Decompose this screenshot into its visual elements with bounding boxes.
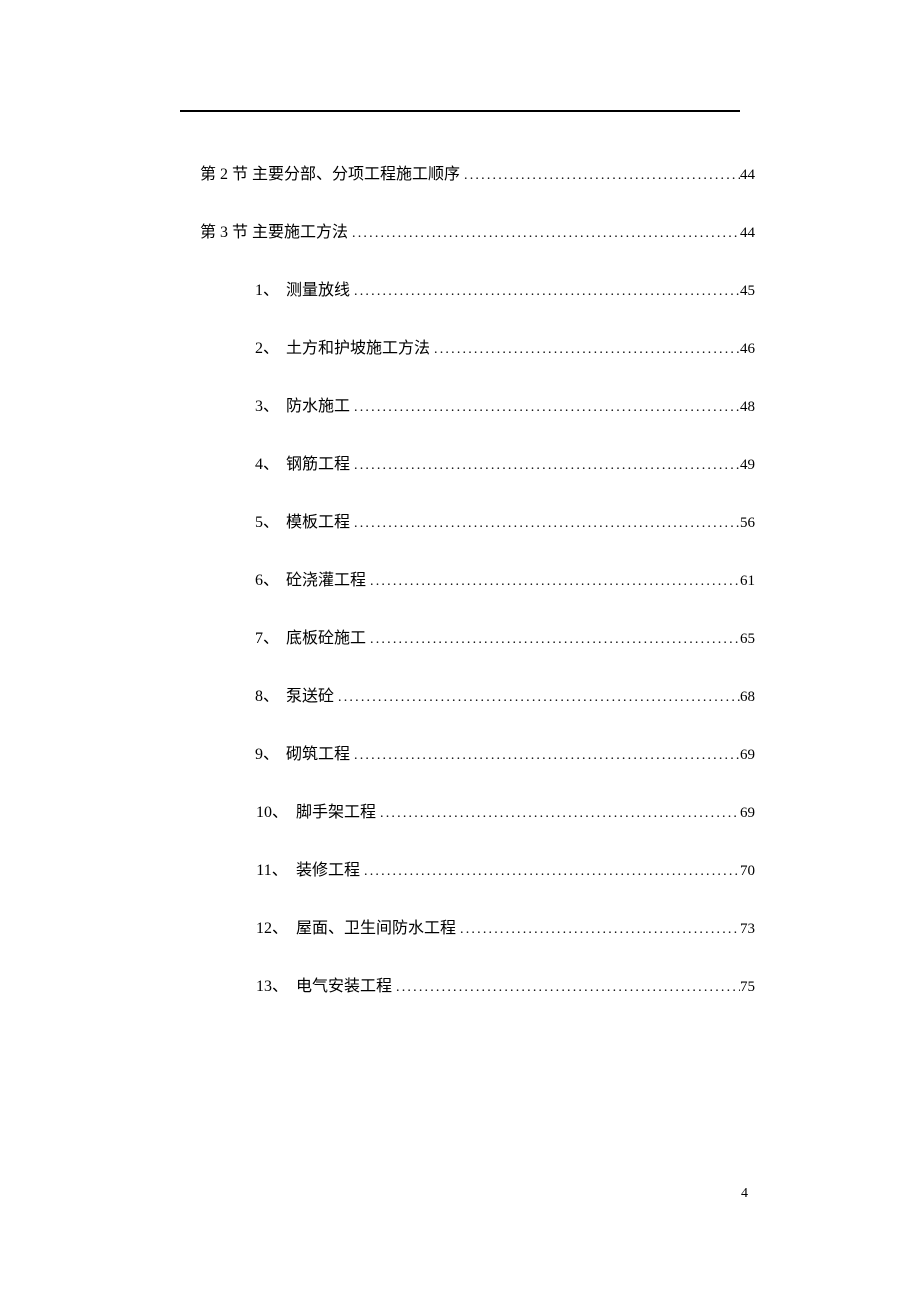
toc-marker: 9、 bbox=[248, 740, 286, 764]
toc-leader-dots bbox=[350, 400, 740, 416]
toc-page-number: 69 bbox=[740, 747, 755, 764]
toc-marker: 10、 bbox=[248, 798, 296, 822]
toc-leader-dots bbox=[350, 284, 740, 300]
toc-title: 钢筋工程 bbox=[286, 450, 350, 474]
toc-title: 电气安装工程 bbox=[296, 972, 392, 996]
toc-page-number: 49 bbox=[740, 457, 755, 474]
toc-leader-dots bbox=[366, 632, 740, 648]
toc-leader-dots bbox=[360, 864, 740, 880]
toc-entry: 12、 屋面、卫生间防水工程 73 bbox=[200, 914, 755, 972]
toc-leader-dots bbox=[460, 168, 740, 184]
toc-entry: 11、 装修工程 70 bbox=[200, 856, 755, 914]
page-number: 4 bbox=[741, 1186, 748, 1202]
toc-page-number: 65 bbox=[740, 631, 755, 648]
toc-leader-dots bbox=[430, 342, 740, 358]
toc-marker: 11、 bbox=[248, 856, 296, 880]
toc-leader-dots bbox=[392, 980, 740, 996]
toc-marker: 2、 bbox=[248, 334, 286, 358]
toc-entry: 13、 电气安装工程 75 bbox=[200, 972, 755, 1030]
toc-page-number: 70 bbox=[740, 863, 755, 880]
toc-title: 泵送砼 bbox=[286, 682, 334, 706]
toc-entry: 5、 模板工程 56 bbox=[200, 508, 755, 566]
toc-leader-dots bbox=[350, 458, 740, 474]
toc-page-number: 45 bbox=[740, 283, 755, 300]
toc-marker: 1、 bbox=[248, 276, 286, 300]
toc-marker: 8、 bbox=[248, 682, 286, 706]
toc-page-number: 48 bbox=[740, 399, 755, 416]
toc-title: 防水施工 bbox=[286, 392, 350, 416]
toc-title: 测量放线 bbox=[286, 276, 350, 300]
toc-entry: 第 3 节 主要施工方法 44 bbox=[200, 218, 755, 276]
toc-entry: 第 2 节 主要分部、分项工程施工顺序 44 bbox=[200, 160, 755, 218]
toc-marker: 5、 bbox=[248, 508, 286, 532]
toc-page-number: 73 bbox=[740, 921, 755, 938]
toc-entry: 9、 砌筑工程 69 bbox=[200, 740, 755, 798]
toc-title: 土方和护坡施工方法 bbox=[286, 334, 430, 358]
toc-entry: 8、 泵送砼 68 bbox=[200, 682, 755, 740]
toc-leader-dots bbox=[348, 226, 740, 242]
toc-title: 脚手架工程 bbox=[296, 798, 376, 822]
toc-leader-dots bbox=[376, 806, 740, 822]
toc-title: 模板工程 bbox=[286, 508, 350, 532]
toc-title: 砼浇灌工程 bbox=[286, 566, 366, 590]
header-rule bbox=[180, 110, 740, 112]
toc-page-number: 61 bbox=[740, 573, 755, 590]
toc-page-number: 75 bbox=[740, 979, 755, 996]
toc-leader-dots bbox=[350, 748, 740, 764]
toc-title: 装修工程 bbox=[296, 856, 360, 880]
toc-marker: 3、 bbox=[248, 392, 286, 416]
toc-leader-dots bbox=[456, 922, 740, 938]
toc-marker: 4、 bbox=[248, 450, 286, 474]
toc-title: 第 3 节 主要施工方法 bbox=[200, 218, 348, 242]
toc-page-number: 68 bbox=[740, 689, 755, 706]
toc-content: 第 2 节 主要分部、分项工程施工顺序 44 第 3 节 主要施工方法 44 1… bbox=[200, 160, 755, 1030]
toc-marker: 6、 bbox=[248, 566, 286, 590]
toc-entry: 7、 底板砼施工 65 bbox=[200, 624, 755, 682]
toc-title: 底板砼施工 bbox=[286, 624, 366, 648]
toc-leader-dots bbox=[366, 574, 740, 590]
toc-entry: 1、 测量放线 45 bbox=[200, 276, 755, 334]
toc-entry: 6、 砼浇灌工程 61 bbox=[200, 566, 755, 624]
toc-page-number: 69 bbox=[740, 805, 755, 822]
toc-title: 屋面、卫生间防水工程 bbox=[296, 914, 456, 938]
toc-leader-dots bbox=[350, 516, 740, 532]
toc-marker: 12、 bbox=[248, 914, 296, 938]
toc-title: 第 2 节 主要分部、分项工程施工顺序 bbox=[200, 160, 460, 184]
toc-marker: 13、 bbox=[248, 972, 296, 996]
toc-entry: 10、 脚手架工程 69 bbox=[200, 798, 755, 856]
toc-page-number: 46 bbox=[740, 341, 755, 358]
toc-entry: 2、 土方和护坡施工方法 46 bbox=[200, 334, 755, 392]
toc-marker: 7、 bbox=[248, 624, 286, 648]
toc-title: 砌筑工程 bbox=[286, 740, 350, 764]
toc-page-number: 56 bbox=[740, 515, 755, 532]
toc-page-number: 44 bbox=[740, 225, 755, 242]
toc-leader-dots bbox=[334, 690, 740, 706]
toc-entry: 3、 防水施工 48 bbox=[200, 392, 755, 450]
toc-entry: 4、 钢筋工程 49 bbox=[200, 450, 755, 508]
toc-page-number: 44 bbox=[740, 167, 755, 184]
